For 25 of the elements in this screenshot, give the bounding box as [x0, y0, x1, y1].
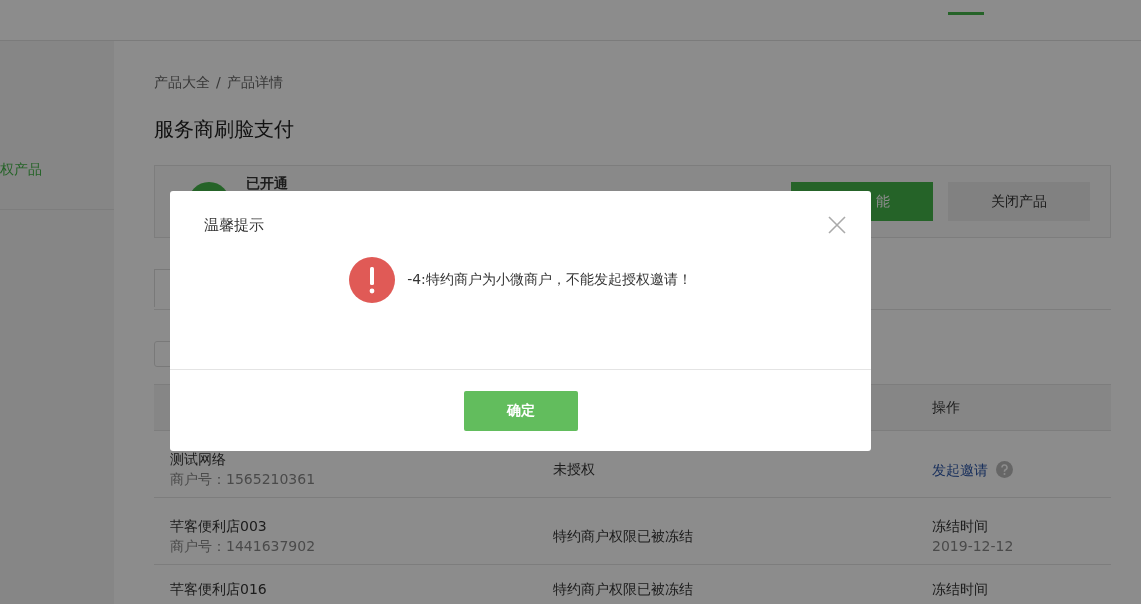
help-icon[interactable]	[996, 461, 1013, 478]
merchant-id: 商户号：1565210361	[170, 471, 317, 487]
confirm-button[interactable]: 确定	[463, 390, 578, 431]
status-text: 特约商户权限已被冻结	[553, 581, 693, 597]
merchant-name: 芊客便利店003	[170, 518, 268, 534]
close-icon[interactable]	[827, 215, 847, 235]
breadcrumb-separator: /	[216, 73, 221, 91]
close-product-button[interactable]: 关闭产品	[948, 182, 1090, 221]
merchant-name: 测试网络	[170, 451, 227, 467]
page-title: 服务商刷脸支付	[154, 116, 295, 143]
merchant-id: 商户号：1441637902	[170, 538, 317, 554]
status-text: 特约商户权限已被冻结	[553, 528, 693, 544]
freeze-label: 冻结时间	[932, 581, 989, 597]
breadcrumb-item[interactable]: 产品大全	[154, 73, 210, 91]
error-icon	[349, 257, 396, 303]
status-label: 已开通	[246, 175, 288, 191]
breadcrumb-item[interactable]: 产品详情	[226, 73, 283, 91]
dialog-message: -4:特约商户为小微商户，不能发起授权邀请！	[407, 271, 692, 289]
status-text: 未授权	[553, 461, 595, 477]
column-header: 操作	[932, 398, 961, 417]
freeze-label: 冻结时间	[932, 518, 989, 534]
dialog-title: 温馨提示	[204, 215, 264, 235]
invite-link[interactable]: 发起邀请	[932, 461, 988, 478]
merchant-name: 芊客便利店016	[170, 581, 268, 597]
freeze-date: 2019-12-12	[932, 538, 1015, 554]
